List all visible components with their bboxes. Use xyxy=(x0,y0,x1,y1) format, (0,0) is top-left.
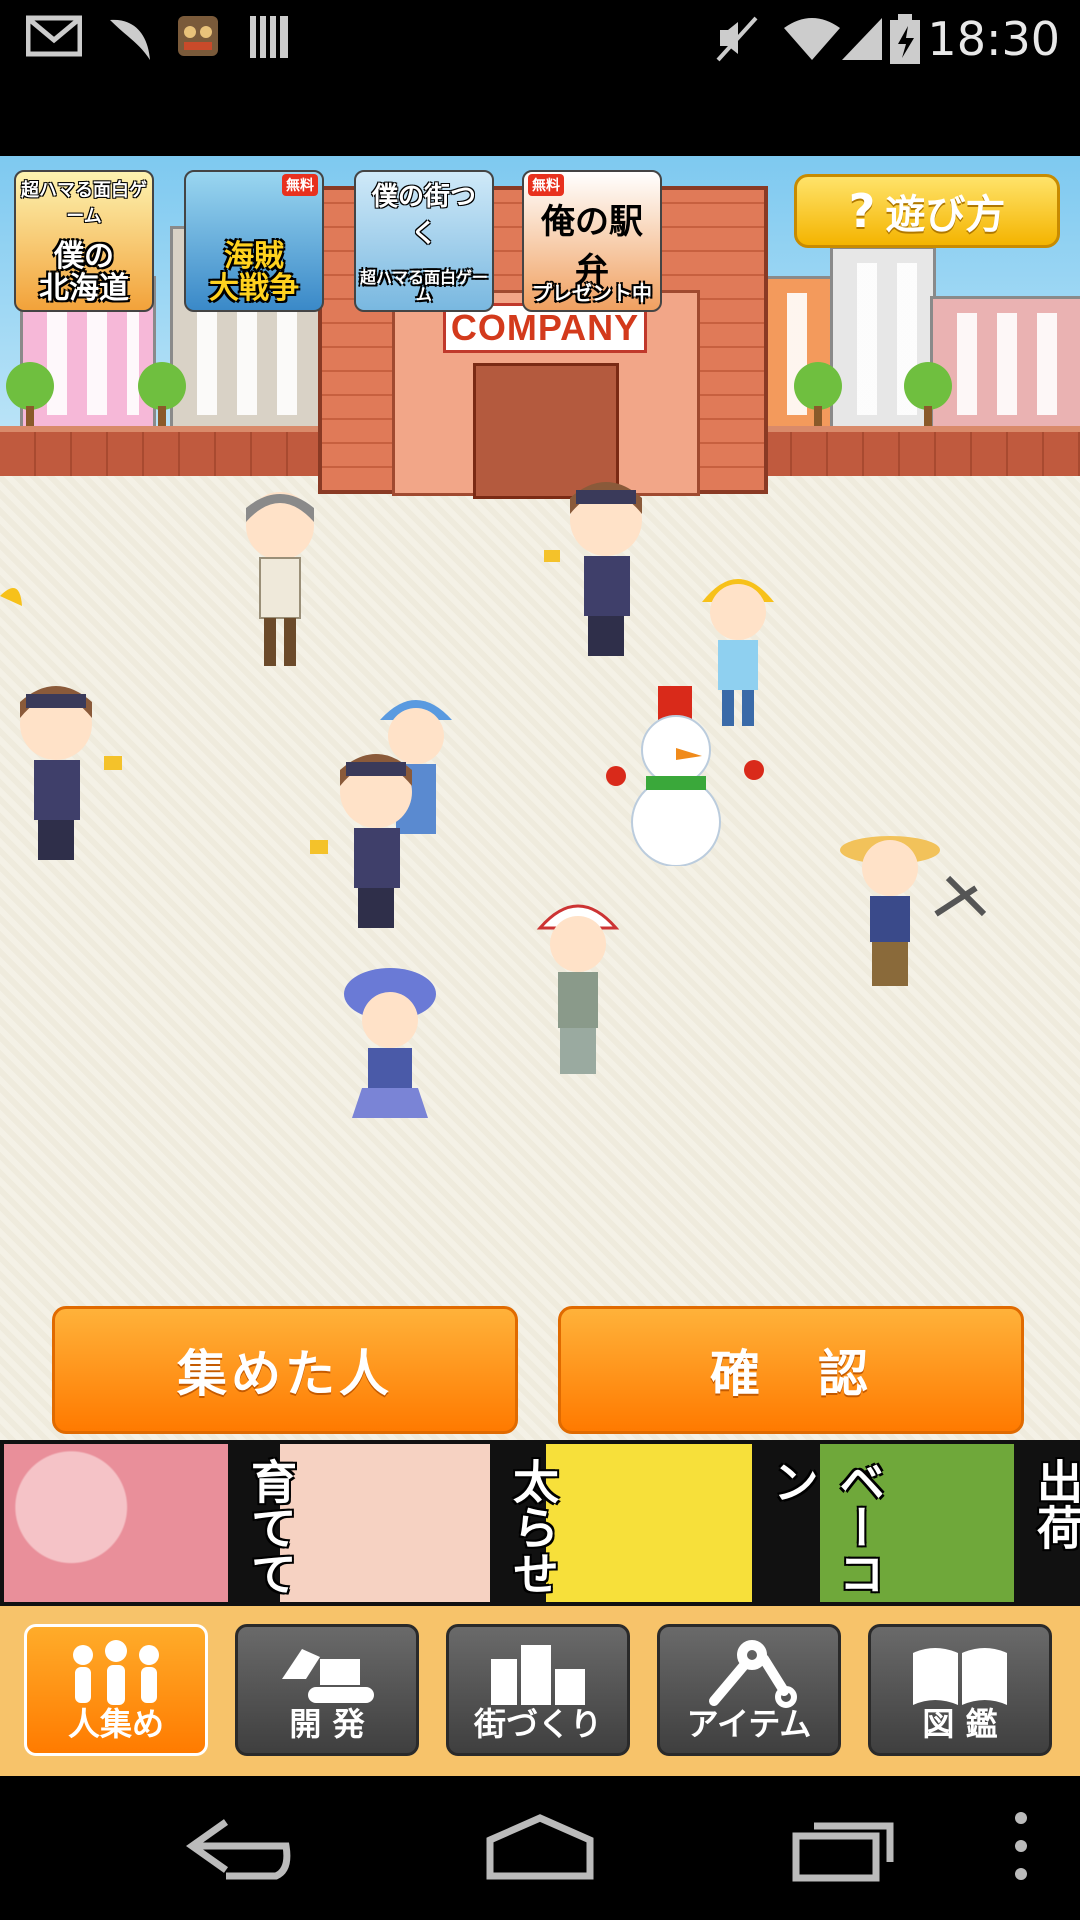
character-construction-worker[interactable] xyxy=(528,884,638,1084)
signal-icon xyxy=(842,18,882,60)
status-bar: 18:30 xyxy=(0,0,1080,80)
ad-word: ベーコン xyxy=(766,1458,886,1596)
tab-gather-people[interactable]: 人集め xyxy=(24,1624,208,1756)
back-icon[interactable] xyxy=(186,1810,296,1886)
feather-icon xyxy=(110,19,150,60)
promo-ekiben[interactable]: 無料 俺の駅弁 プレゼント中 xyxy=(522,170,662,312)
question-icon: ? xyxy=(848,184,876,238)
character-guide[interactable] xyxy=(540,470,660,670)
promo-title: 俺の駅弁 xyxy=(541,202,643,291)
how-to-play-label: 遊び方 xyxy=(885,192,1006,238)
home-icon[interactable] xyxy=(484,1810,596,1886)
character-snowman[interactable] xyxy=(606,686,766,866)
character-farmer[interactable] xyxy=(836,818,986,998)
promo-subtitle: 超ハマる面白ゲーム xyxy=(21,180,147,227)
ad-banner[interactable]: 育てて 太らせ ベーコン 出荷 xyxy=(0,1440,1080,1606)
tab-label: 街づくり xyxy=(473,1705,602,1743)
mute-icon xyxy=(716,16,758,62)
character-guide[interactable] xyxy=(306,736,436,936)
tree-icon xyxy=(794,362,842,434)
recents-icon[interactable] xyxy=(790,1810,900,1886)
gmail-icon xyxy=(26,15,82,57)
character-schoolgirl[interactable] xyxy=(336,960,446,1150)
tab-town-building[interactable]: 街づくり xyxy=(446,1624,630,1756)
ad-word: 出荷 xyxy=(1030,1458,1080,1550)
battery-icon xyxy=(890,14,920,64)
barcode-icon xyxy=(250,16,288,58)
wifi-icon xyxy=(784,18,840,60)
character-guide[interactable] xyxy=(0,668,130,868)
ad-word: 太らせ xyxy=(506,1458,560,1596)
promo-subtitle: 超ハマる面白ゲーム xyxy=(359,268,488,305)
character-partial[interactable] xyxy=(0,566,24,656)
ad-pigs-image xyxy=(4,1444,228,1602)
tab-label: 開 発 xyxy=(289,1705,365,1743)
tree-icon xyxy=(904,362,952,434)
clock: 18:30 xyxy=(927,12,1060,66)
promo-pirate-war[interactable]: 無料 海賊 大戦争 xyxy=(184,170,324,312)
promo-subtitle: プレゼント中 xyxy=(532,281,652,305)
bottom-tab-bar: 人集め 開 発 街づくり アイテム 図 鑑 xyxy=(0,1606,1080,1776)
game-scene[interactable]: COMPANY 超ハマる面白ゲーム 僕の 北海道 無料 海賊 大戦争 僕の街つく… xyxy=(0,156,1080,1440)
system-nav-bar xyxy=(0,1776,1080,1920)
tab-items[interactable]: アイテム xyxy=(657,1624,841,1756)
promo-town-builder[interactable]: 僕の街つく 超ハマる面白ゲーム xyxy=(354,170,494,312)
tab-label: アイテム xyxy=(686,1705,812,1743)
confirm-button[interactable]: 確 認 xyxy=(558,1306,1024,1434)
promo-title: 僕の街つく xyxy=(371,182,476,249)
promo-hokkaido[interactable]: 超ハマる面白ゲーム 僕の 北海道 xyxy=(14,170,154,312)
ad-word: 育てて xyxy=(244,1458,298,1596)
tab-label: 人集め xyxy=(67,1705,164,1743)
company-entrance: COMPANY xyxy=(392,290,700,499)
tab-develop[interactable]: 開 発 xyxy=(235,1624,419,1756)
tree-icon xyxy=(138,362,186,434)
tab-encyclopedia[interactable]: 図 鑑 xyxy=(868,1624,1052,1756)
character-scientist[interactable] xyxy=(230,484,330,674)
tab-label: 図 鑑 xyxy=(922,1705,998,1743)
app-icon xyxy=(178,16,218,56)
promo-title: 海賊 大戦争 xyxy=(209,239,299,306)
menu-icon[interactable] xyxy=(1006,1806,1036,1886)
how-to-play-button[interactable]: ? 遊び方 xyxy=(794,174,1060,248)
tree-icon xyxy=(6,362,54,434)
free-badge: 無料 xyxy=(282,174,318,196)
collected-people-button[interactable]: 集めた人 xyxy=(52,1306,518,1434)
promo-title: 僕の 北海道 xyxy=(39,239,129,306)
free-badge: 無料 xyxy=(528,174,564,196)
